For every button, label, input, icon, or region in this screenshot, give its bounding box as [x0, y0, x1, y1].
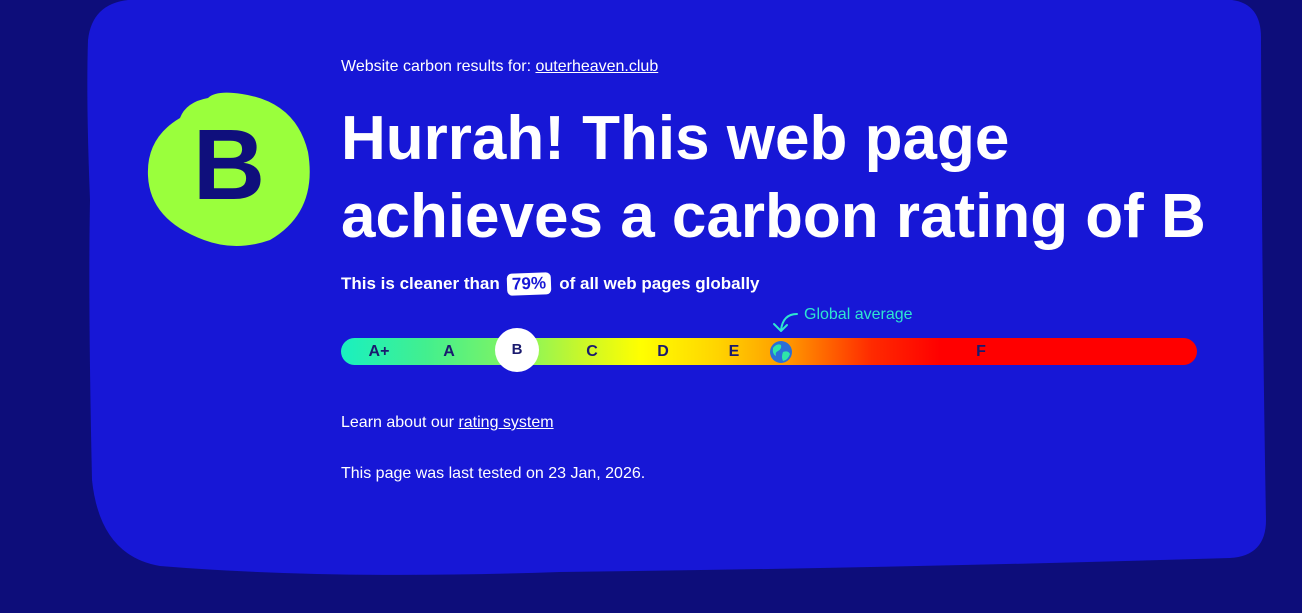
global-average-label: Global average — [804, 306, 913, 323]
grade-a-plus: A+ — [368, 343, 390, 360]
grade-f: F — [976, 343, 986, 360]
rating-scale: A+ A B C D E F — [341, 328, 1197, 372]
percent-badge: 79% — [507, 272, 552, 296]
grade-e: E — [728, 343, 740, 360]
result-line: Website carbon results for: outerheaven.… — [341, 58, 658, 76]
cleaner-suffix: of all web pages globally — [559, 274, 760, 293]
grade-c: C — [586, 343, 598, 360]
grade-d: D — [657, 343, 669, 360]
last-tested: This page was last tested on 23 Jan, 202… — [341, 465, 646, 482]
learn-line: Learn about our rating system — [341, 414, 554, 432]
grade-letter: B — [192, 109, 266, 221]
learn-prefix: Learn about our — [341, 414, 454, 431]
grade-a: A — [443, 343, 455, 360]
cleaner-statement: This is cleaner than 79% of all web page… — [341, 272, 760, 296]
result-prefix: Website carbon results for: — [341, 58, 532, 75]
domain-link[interactable]: outerheaven.club — [535, 58, 658, 75]
globe-icon — [770, 341, 792, 363]
rating-system-link[interactable]: rating system — [458, 414, 553, 431]
page: B Website carbon results for: outerheave… — [0, 0, 1302, 613]
curved-arrow-icon — [773, 313, 798, 332]
page-title: Hurrah! This web page achieves a carbon … — [341, 104, 1206, 251]
cleaner-prefix: This is cleaner than — [341, 274, 500, 293]
current-grade-marker: B — [495, 328, 539, 372]
